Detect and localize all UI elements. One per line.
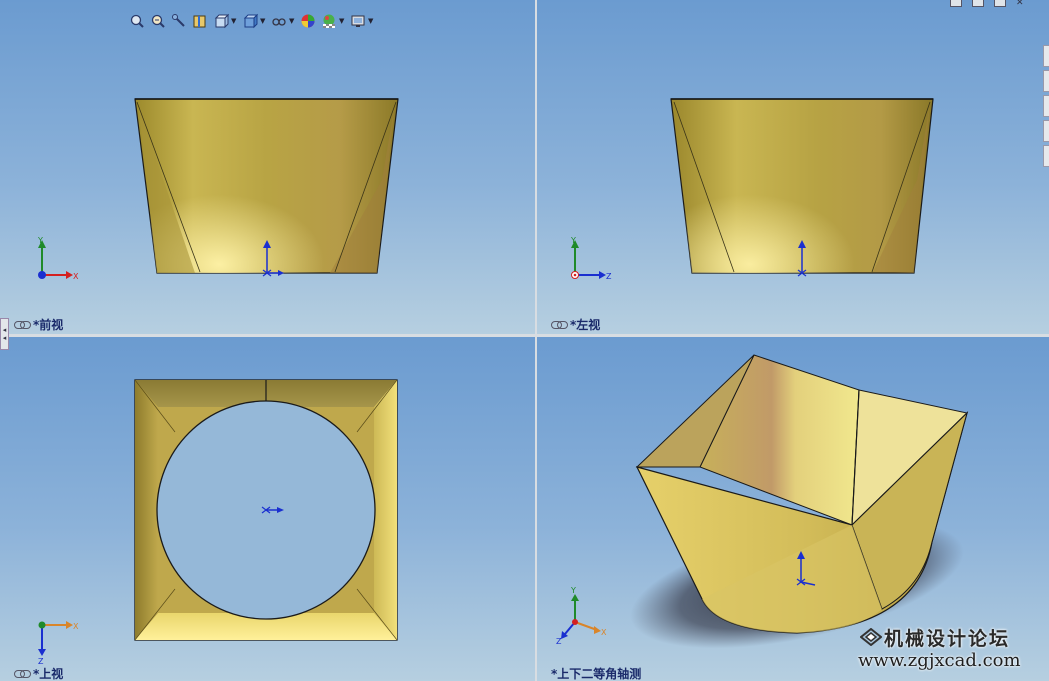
- view-label-trimetric: *上下二等角轴测: [551, 665, 641, 681]
- triad-label-z: Z: [606, 272, 612, 281]
- display-style-icon: [243, 13, 258, 29]
- viewport-splitter-vertical[interactable]: [535, 0, 537, 681]
- triad-label-y: Y: [570, 236, 576, 245]
- zoom-to-fit-button[interactable]: [128, 12, 146, 30]
- view-settings-button[interactable]: [349, 12, 367, 30]
- viewport-front[interactable]: Y X ▼ ▼ ▼ ▼ ▼ *前视: [0, 0, 535, 334]
- chevron-down-icon[interactable]: ▼: [368, 17, 375, 25]
- triad-label-x: X: [73, 272, 79, 281]
- apply-scene-button[interactable]: [320, 12, 338, 30]
- view-name-left: *左视: [570, 318, 601, 332]
- view-name-front: *前视: [33, 318, 64, 332]
- edit-appearance-icon: [301, 14, 315, 28]
- restore-icon[interactable]: [950, 0, 962, 7]
- left-view-graphics: Y Z: [570, 98, 934, 281]
- triad-left: Y Z: [570, 236, 612, 281]
- tile-icon[interactable]: [972, 0, 984, 7]
- view-orientation-icon: [214, 13, 229, 29]
- display-style-button[interactable]: [241, 12, 259, 30]
- view-label-left: *左视: [551, 316, 600, 333]
- chevron-down-icon[interactable]: ▼: [289, 17, 296, 25]
- task-pane-tabs: [1043, 45, 1049, 190]
- triad-label-y: Y: [570, 586, 576, 595]
- section-view-icon: [193, 15, 206, 28]
- viewport-left[interactable]: Y Z *左视: [537, 0, 1049, 334]
- previous-view-button[interactable]: [170, 12, 188, 30]
- chevron-down-icon[interactable]: ▼: [260, 17, 267, 25]
- view-name-top: *上视: [33, 667, 64, 681]
- previous-view-icon: [172, 14, 185, 27]
- view-label-top: *上视: [14, 665, 63, 681]
- link-views-icon[interactable]: [14, 320, 31, 329]
- chevron-down-icon[interactable]: ▼: [231, 17, 238, 25]
- zoom-to-area-button[interactable]: [149, 12, 167, 30]
- front-view-graphics: Y X: [37, 98, 399, 281]
- task-pane-tab-library[interactable]: [1043, 70, 1049, 92]
- zoom-to-area-icon: [151, 14, 165, 28]
- triad-front: Y X: [37, 236, 79, 281]
- chevron-left-icon: ◂: [2, 326, 7, 334]
- close-icon[interactable]: ✕: [1016, 0, 1024, 8]
- view-label-front: *前视: [14, 316, 63, 333]
- maximize-icon[interactable]: [994, 0, 1006, 7]
- triad-label-x: X: [601, 628, 607, 637]
- view-orientation-button[interactable]: [212, 12, 230, 30]
- triad-trimetric: Y X Z: [556, 586, 607, 646]
- chevron-left-icon: ◂: [2, 334, 7, 342]
- hide-show-items-button[interactable]: [270, 12, 288, 30]
- task-pane-tab-resources[interactable]: [1043, 45, 1049, 67]
- chevron-down-icon[interactable]: ▼: [339, 17, 346, 25]
- watermark-url: www.zgjxcad.com: [858, 650, 1021, 671]
- heads-up-view-toolbar: ▼ ▼ ▼ ▼ ▼: [128, 10, 375, 32]
- apply-scene-icon: [323, 14, 335, 28]
- viewport-splitter-horizontal[interactable]: [0, 334, 1049, 337]
- link-views-icon[interactable]: [551, 320, 568, 329]
- task-pane-tab-explorer[interactable]: [1043, 95, 1049, 117]
- task-pane-tab-palette[interactable]: [1043, 120, 1049, 142]
- triad-label-z: Z: [556, 637, 562, 646]
- view-settings-icon: [351, 15, 365, 27]
- forum-logo-icon: [860, 628, 882, 646]
- link-views-icon[interactable]: [14, 669, 31, 678]
- top-view-graphics: X Z: [38, 379, 398, 666]
- viewport-top[interactable]: X Z *上视: [0, 337, 535, 681]
- watermark-title: 机械设计论坛: [884, 628, 1011, 650]
- hide-show-items-icon: [272, 18, 286, 26]
- task-pane-tab-appearances[interactable]: [1043, 145, 1049, 167]
- panel-collapse-handle[interactable]: ◂ ◂: [0, 318, 9, 350]
- edit-appearance-button[interactable]: [299, 12, 317, 30]
- triad-label-x: X: [73, 622, 79, 631]
- triad-top: X Z: [38, 621, 79, 666]
- zoom-to-fit-icon: [130, 14, 144, 28]
- watermark: 机械设计论坛 www.zgjxcad.com: [858, 624, 1048, 676]
- window-controls: ✕: [950, 0, 1024, 8]
- section-view-button[interactable]: [191, 12, 209, 30]
- view-name-trimetric: *上下二等角轴测: [551, 667, 642, 681]
- triad-label-y: Y: [37, 236, 43, 245]
